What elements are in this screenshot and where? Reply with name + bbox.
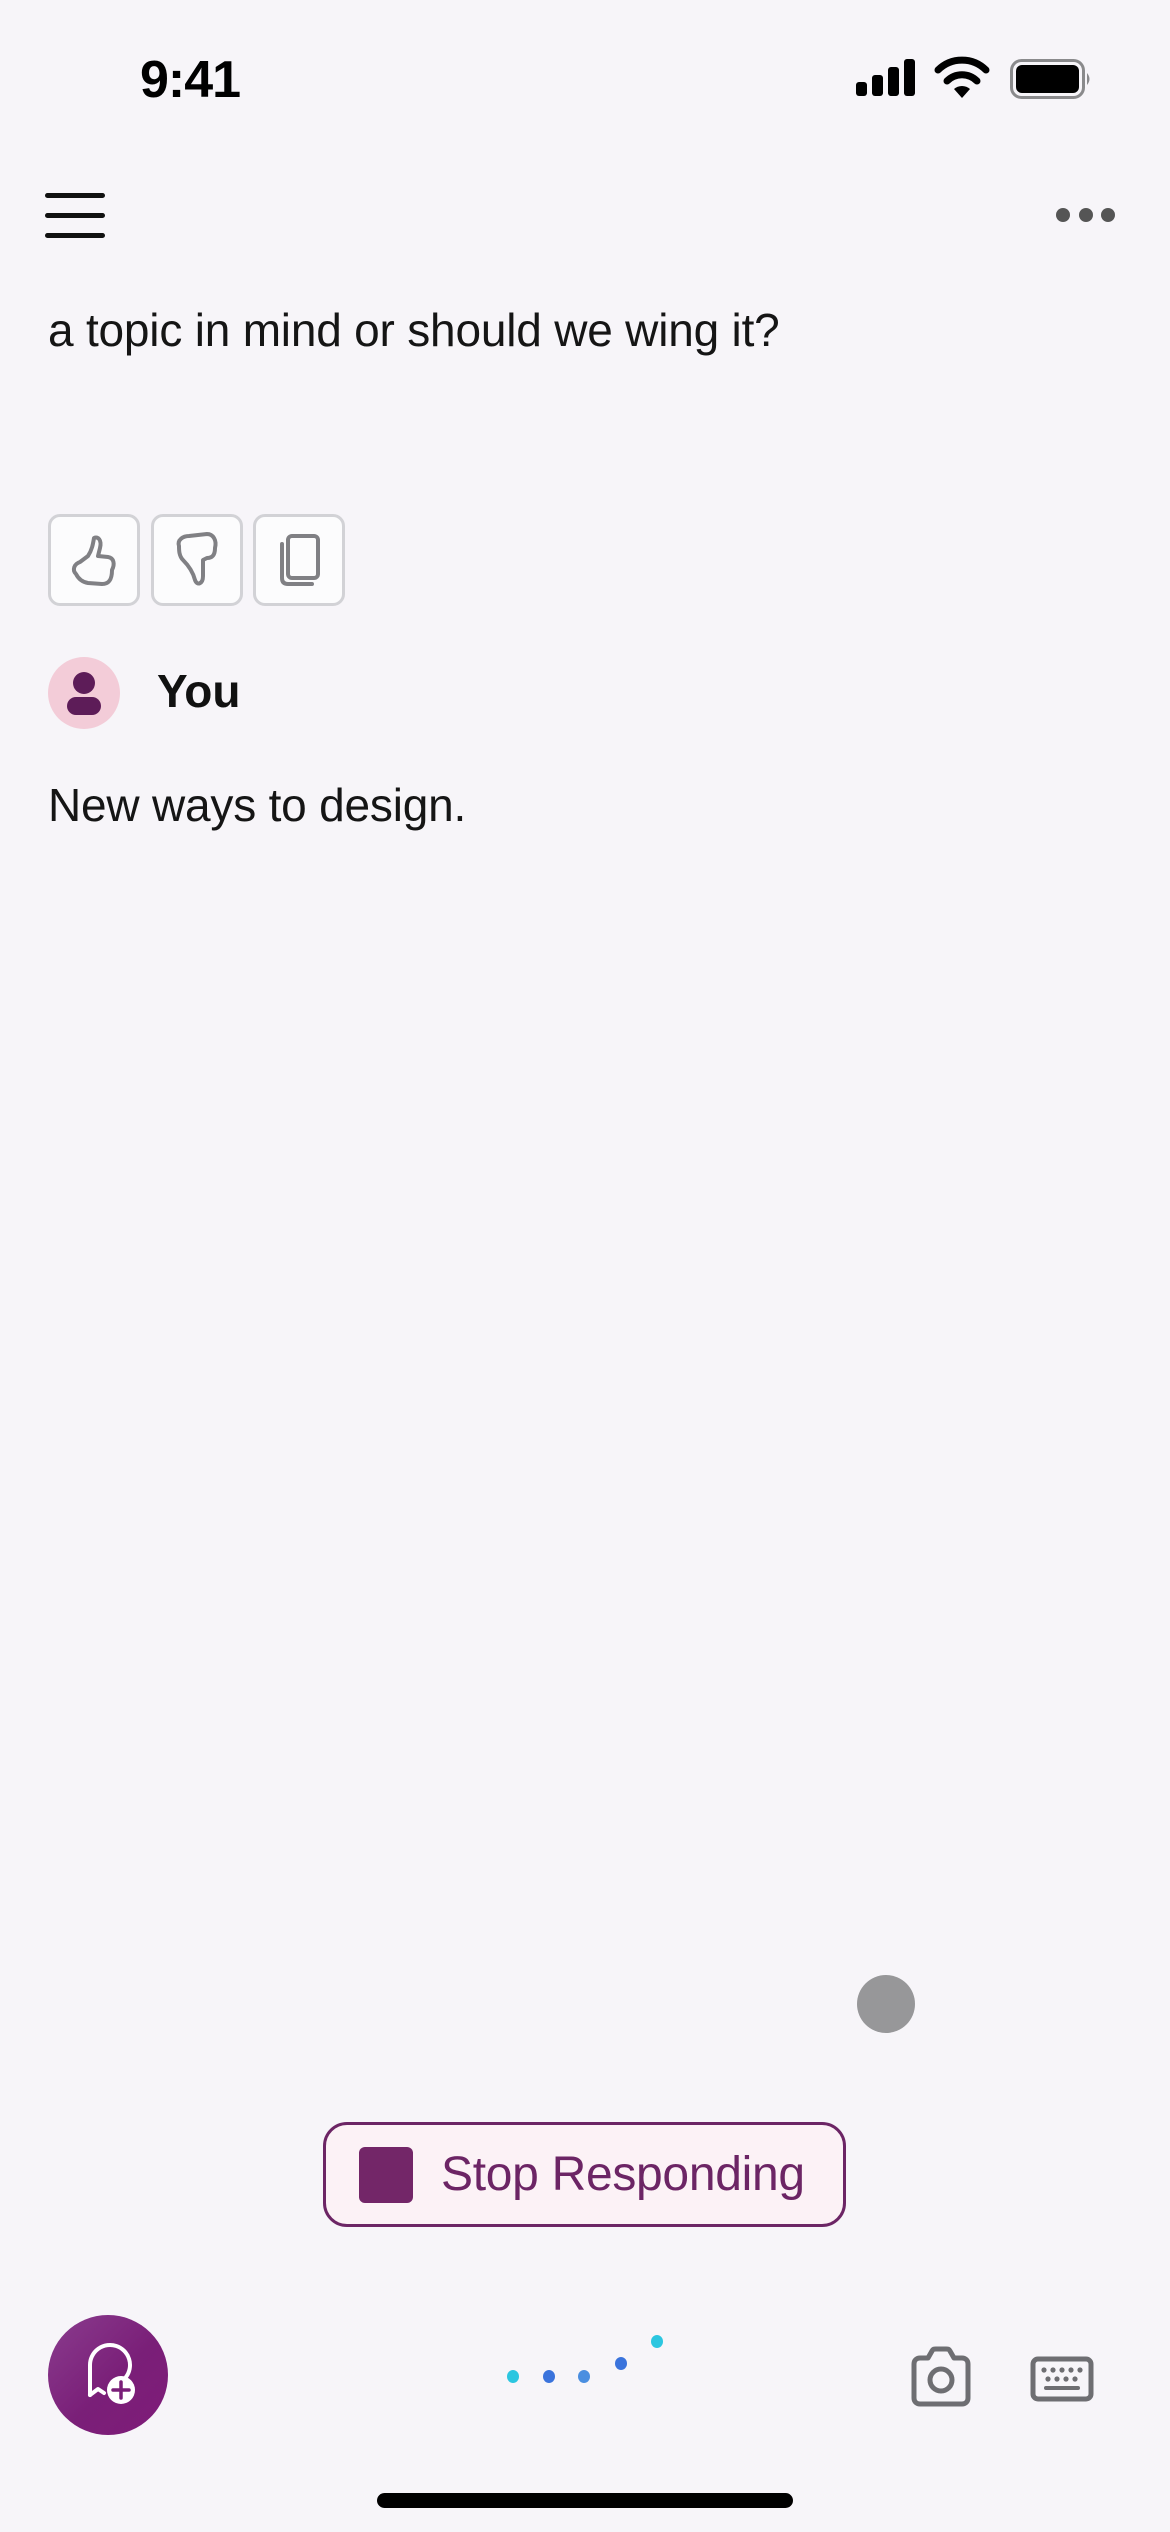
home-indicator[interactable] xyxy=(377,2493,793,2508)
thumbs-up-button[interactable] xyxy=(48,514,140,606)
thumbs-down-icon xyxy=(176,532,218,586)
stop-responding-button[interactable]: Stop Responding xyxy=(323,2122,846,2227)
assistant-message-text: a topic in mind or should we wing it? xyxy=(48,304,780,356)
user-message-text: New ways to design. xyxy=(48,779,467,831)
status-time: 9:41 xyxy=(140,51,241,109)
stop-square-icon xyxy=(359,2146,413,2203)
more-horizontal-icon[interactable] xyxy=(1050,200,1120,230)
camera-icon[interactable] xyxy=(908,2346,974,2408)
user-name-label: You xyxy=(157,665,241,717)
new-chat-button[interactable] xyxy=(48,2315,168,2435)
battery-icon xyxy=(1010,59,1090,99)
thumbs-up-icon xyxy=(71,535,116,586)
voice-dot xyxy=(651,2335,663,2348)
voice-dot xyxy=(578,2370,590,2383)
voice-dot xyxy=(615,2357,627,2370)
voice-dot xyxy=(543,2370,555,2383)
thumbs-down-button[interactable] xyxy=(151,514,243,606)
avatar xyxy=(48,657,120,729)
voice-listening-dots xyxy=(500,2330,680,2390)
stop-responding-label: Stop Responding xyxy=(441,2148,805,2201)
voice-dot xyxy=(507,2370,519,2383)
wifi-icon xyxy=(934,56,990,98)
new-chat-plus-icon xyxy=(88,2343,135,2404)
keyboard-icon[interactable] xyxy=(1030,2356,1094,2402)
hamburger-menu-icon[interactable] xyxy=(40,185,110,245)
cellular-signal-icon xyxy=(856,58,916,96)
copy-icon xyxy=(280,534,320,586)
scroll-indicator-dot[interactable] xyxy=(857,1975,915,2033)
copy-button[interactable] xyxy=(253,514,345,606)
person-icon xyxy=(67,672,101,715)
